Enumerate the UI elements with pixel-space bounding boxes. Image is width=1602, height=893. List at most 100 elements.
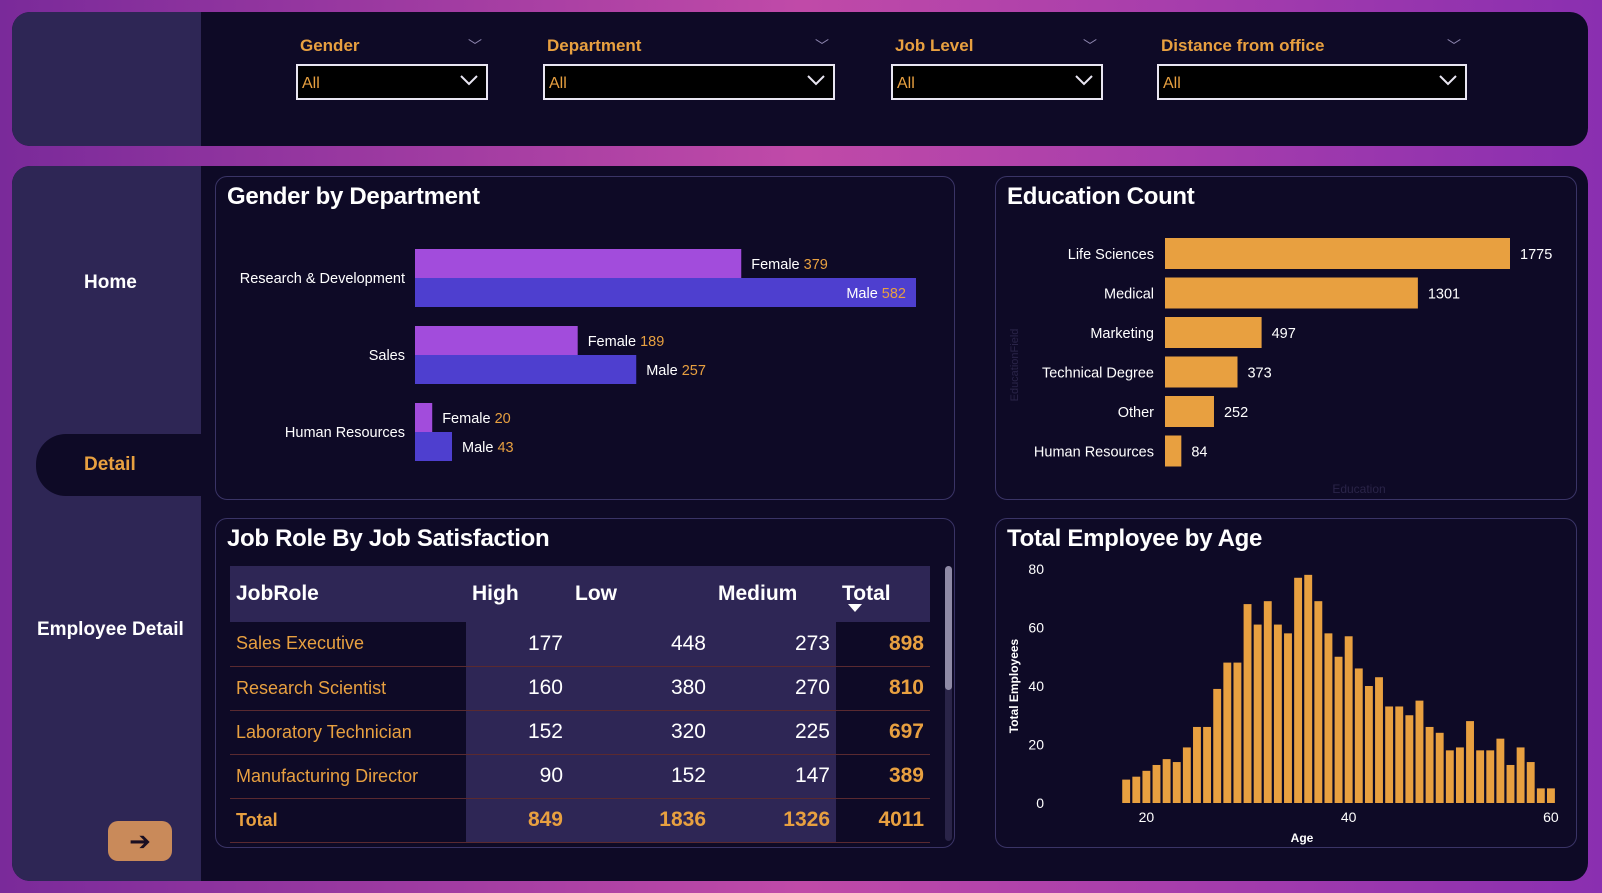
col-header-jobrole[interactable]: JobRole <box>230 566 466 622</box>
nav-detail[interactable]: Detail <box>36 434 201 496</box>
age-bar[interactable] <box>1435 732 1444 803</box>
age-bar[interactable] <box>1314 601 1323 803</box>
nav-employee-detail[interactable]: Employee Detail <box>37 619 184 641</box>
bar-female[interactable] <box>415 326 578 355</box>
age-bar[interactable] <box>1182 747 1191 803</box>
col-header-medium[interactable]: Medium <box>712 566 836 622</box>
gender-dropdown[interactable]: All <box>296 64 488 100</box>
age-bar[interactable] <box>1546 788 1555 803</box>
cell-high: 90 <box>466 754 569 799</box>
age-bar[interactable] <box>1162 759 1171 803</box>
x-tick-label: 60 <box>1543 809 1559 825</box>
table-row[interactable]: Research Scientist 160 380 270 810 <box>230 666 930 711</box>
table-scrollbar[interactable] <box>945 566 952 841</box>
age-bar[interactable] <box>1516 747 1525 803</box>
bar[interactable] <box>1165 396 1214 427</box>
age-bar[interactable] <box>1455 747 1464 803</box>
table-row[interactable]: Laboratory Technician 152 320 225 697 <box>230 710 930 755</box>
age-bar[interactable] <box>1233 662 1242 803</box>
cell-total: 389 <box>836 754 930 799</box>
age-bar[interactable] <box>1213 688 1222 803</box>
table-row[interactable]: Sales Executive 177 448 273 898 <box>230 622 930 667</box>
y-axis-label: Total Employees <box>1007 638 1021 733</box>
bar-male[interactable] <box>415 278 916 307</box>
distance-dropdown[interactable]: All <box>1157 64 1467 100</box>
age-bar[interactable] <box>1445 750 1454 803</box>
age-bar[interactable] <box>1486 750 1495 803</box>
filter-bar: Gender ﹀ All Department ﹀ All Job Level … <box>12 12 1588 146</box>
table-total-row[interactable]: Total 849 1836 1326 4011 <box>230 798 930 843</box>
scrollbar-thumb[interactable] <box>945 566 952 690</box>
bar[interactable] <box>1165 317 1262 348</box>
bar[interactable] <box>1165 277 1418 309</box>
age-bar[interactable] <box>1172 762 1181 803</box>
department-dropdown-value: All <box>549 75 567 92</box>
age-bar[interactable] <box>1142 770 1151 803</box>
age-bar[interactable] <box>1203 726 1212 803</box>
next-arrow-button[interactable]: ➔ <box>108 821 172 861</box>
bar-female[interactable] <box>415 249 742 278</box>
age-bar[interactable] <box>1526 762 1535 803</box>
age-bar[interactable] <box>1354 668 1363 803</box>
bar[interactable] <box>1165 435 1182 467</box>
y-axis-label: EducationField <box>1009 329 1021 402</box>
age-bar[interactable] <box>1284 633 1292 803</box>
bar-male[interactable] <box>415 432 453 461</box>
age-bar[interactable] <box>1506 764 1515 803</box>
bar-male[interactable] <box>415 355 637 384</box>
table-header-row: JobRole High Low Medium Total <box>230 566 930 622</box>
age-bar[interactable] <box>1476 750 1485 803</box>
category-label: Sales <box>369 348 405 364</box>
age-bar[interactable] <box>1243 604 1252 803</box>
nav-home[interactable]: Home <box>84 272 137 294</box>
age-histogram-chart: 0 20 40 60 80 20 40 60 Age Total Employees <box>1007 561 1559 845</box>
col-header-total-label: Total <box>842 582 891 605</box>
age-bar[interactable] <box>1324 633 1333 803</box>
col-header-low[interactable]: Low <box>569 566 712 622</box>
age-bar[interactable] <box>1466 721 1474 803</box>
chevron-down-icon <box>460 75 478 86</box>
age-bar[interactable] <box>1132 776 1141 803</box>
age-bar[interactable] <box>1385 706 1394 803</box>
age-bar[interactable] <box>1263 601 1272 803</box>
age-bar[interactable] <box>1193 726 1201 803</box>
age-bar[interactable] <box>1415 700 1424 803</box>
bar-female[interactable] <box>415 403 433 432</box>
bar[interactable] <box>1165 238 1510 269</box>
table-row[interactable]: Manufacturing Director 90 152 147 389 <box>230 754 930 799</box>
category-label: Research & Development <box>240 271 405 287</box>
cell-high: 152 <box>466 710 569 755</box>
age-bar[interactable] <box>1273 624 1282 803</box>
y-tick-label: 40 <box>1028 678 1044 694</box>
age-bar[interactable] <box>1395 706 1404 803</box>
age-bar[interactable] <box>1496 738 1505 803</box>
age-bar[interactable] <box>1122 779 1131 803</box>
cell-medium: 270 <box>712 666 836 711</box>
chevron-down-icon[interactable]: ﹀ <box>1447 36 1461 56</box>
nav-detail-label: Detail <box>84 454 136 475</box>
age-bar[interactable] <box>1536 788 1545 803</box>
age-bar[interactable] <box>1152 764 1161 803</box>
chevron-down-icon[interactable]: ﹀ <box>468 36 482 56</box>
col-header-high[interactable]: High <box>466 566 569 622</box>
age-bar[interactable] <box>1344 636 1353 803</box>
sort-desc-icon <box>848 604 862 612</box>
age-bar[interactable] <box>1294 577 1303 803</box>
job-level-dropdown[interactable]: All <box>891 64 1103 100</box>
age-bar[interactable] <box>1304 574 1313 803</box>
data-label: 84 <box>1191 445 1207 461</box>
table-card-title: Job Role By Job Satisfaction <box>227 525 550 552</box>
age-bar[interactable] <box>1375 677 1383 803</box>
department-dropdown[interactable]: All <box>543 64 835 100</box>
age-bar[interactable] <box>1334 656 1343 803</box>
age-bar[interactable] <box>1425 726 1434 803</box>
age-bar[interactable] <box>1405 715 1414 803</box>
age-bar[interactable] <box>1364 686 1373 803</box>
col-header-total[interactable]: Total <box>836 566 930 622</box>
age-bar[interactable] <box>1223 662 1232 803</box>
age-bar[interactable] <box>1253 624 1262 803</box>
category-label: Human Resources <box>1034 445 1154 461</box>
chevron-down-icon[interactable]: ﹀ <box>1083 36 1097 56</box>
chevron-down-icon[interactable]: ﹀ <box>815 36 829 56</box>
bar[interactable] <box>1165 356 1238 388</box>
